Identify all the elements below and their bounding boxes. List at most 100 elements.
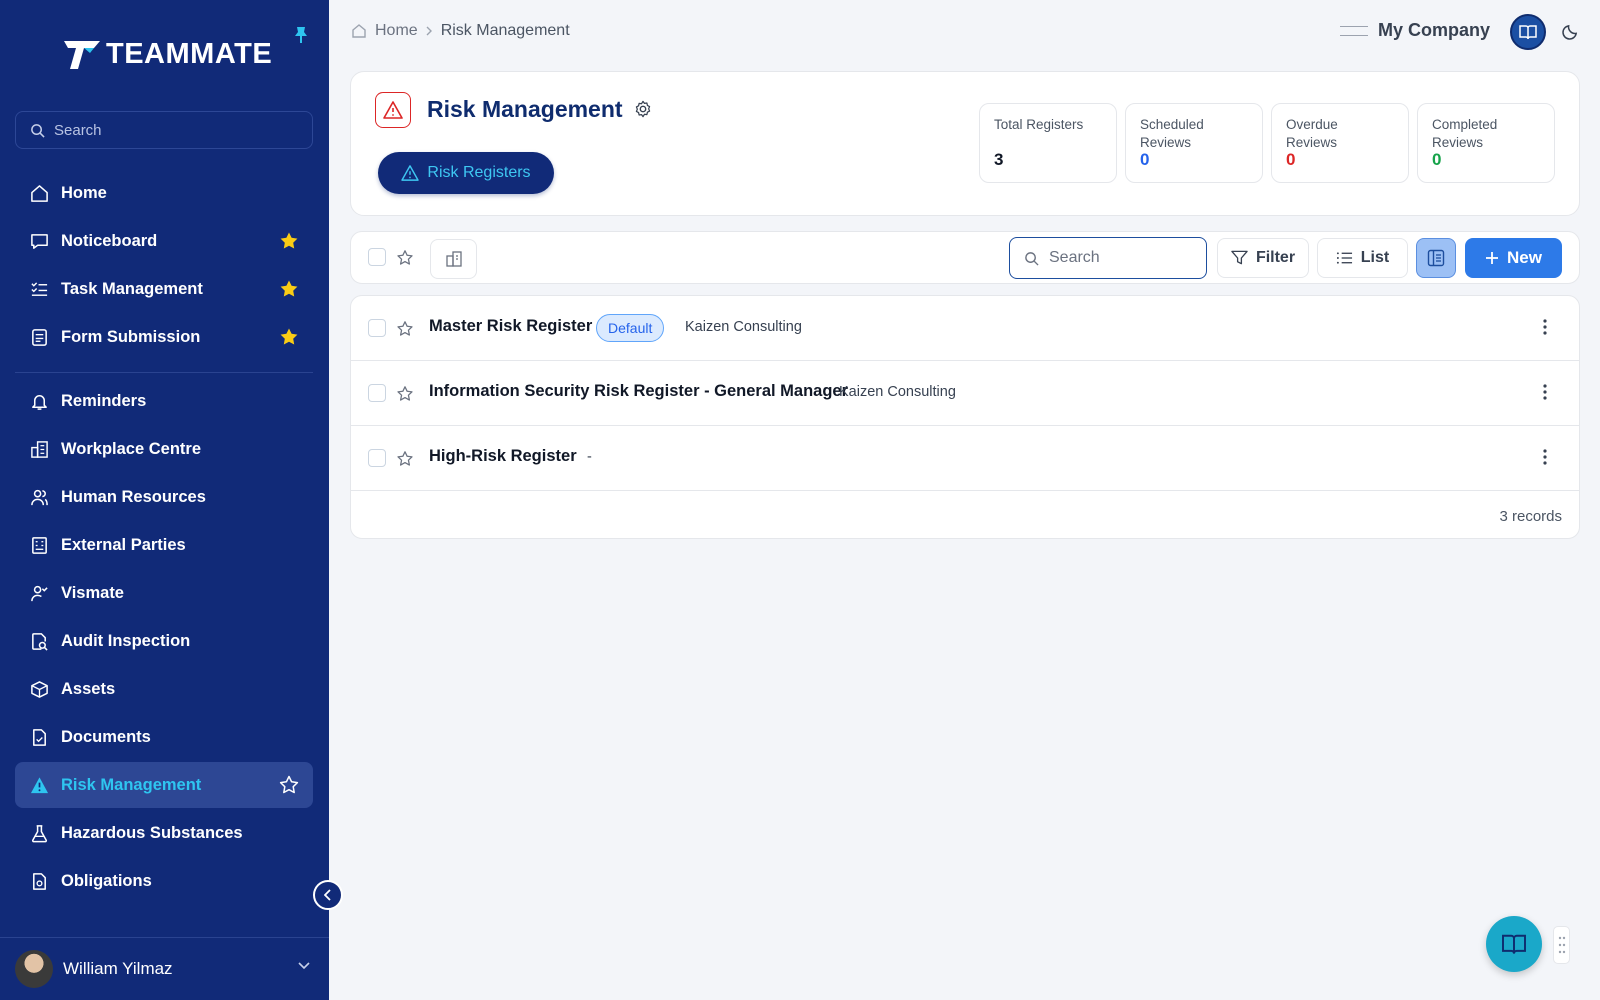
pin-icon[interactable] <box>293 26 309 44</box>
table-row[interactable]: Information Security Risk Register - Gen… <box>351 361 1579 426</box>
sidebar-item-audit-inspection[interactable]: Audit Inspection <box>15 618 313 664</box>
row-checkbox[interactable] <box>368 384 386 402</box>
sidebar-search-placeholder: Search <box>54 121 102 139</box>
stat-label-line1: Completed <box>1432 117 1498 132</box>
register-name[interactable]: High-Risk Register <box>429 447 577 466</box>
new-button[interactable]: New <box>1465 238 1562 278</box>
star-filled-icon[interactable] <box>279 279 299 299</box>
sidebar-item-workplace-centre[interactable]: Workplace Centre <box>15 426 313 472</box>
sidebar-item-obligations[interactable]: Obligations <box>15 858 313 904</box>
obligations-icon <box>29 871 49 891</box>
stat-card[interactable]: Overdue Reviews 0 <box>1271 103 1409 183</box>
sidebar-item-assets[interactable]: Assets <box>15 666 313 712</box>
user-check-icon <box>29 583 49 603</box>
stat-card[interactable]: Completed Reviews 0 <box>1417 103 1555 183</box>
list-view-button[interactable]: List <box>1317 238 1408 278</box>
stat-label-line2: Reviews <box>1140 135 1192 150</box>
help-fab-button[interactable] <box>1486 916 1542 972</box>
building-icon <box>29 439 49 459</box>
table-row[interactable]: High-Risk Register - <box>351 426 1579 491</box>
sidebar-item-human-resources[interactable]: Human Resources <box>15 474 313 520</box>
sidebar-item-label: External Parties <box>61 535 186 554</box>
sidebar-item-label: Task Management <box>61 279 203 298</box>
row-checkbox[interactable] <box>368 319 386 337</box>
app-logo[interactable]: TEAMMATE <box>64 38 272 71</box>
drag-handle[interactable] <box>1553 926 1570 964</box>
new-label: New <box>1507 248 1542 267</box>
sidebar-item-form-submission[interactable]: Form Submission <box>15 314 313 360</box>
star-outline-icon[interactable] <box>396 450 414 468</box>
sidebar-item-label: Human Resources <box>61 487 206 506</box>
register-name[interactable]: Information Security Risk Register - Gen… <box>429 382 848 401</box>
sidebar-item-label: Vismate <box>61 583 124 602</box>
sidebar-item-reminders[interactable]: Reminders <box>15 378 313 424</box>
sidebar-item-noticeboard[interactable]: Noticeboard <box>15 218 313 264</box>
sidebar-item-task-management[interactable]: Task Management <box>15 266 313 312</box>
home-icon[interactable] <box>351 23 367 39</box>
stat-value: 0 <box>1140 150 1150 169</box>
more-vertical-icon[interactable] <box>1543 449 1547 465</box>
tab-risk-registers-label: Risk Registers <box>427 164 531 181</box>
book-open-icon <box>1519 25 1537 40</box>
star-filled-icon[interactable] <box>279 327 299 347</box>
register-name[interactable]: Master Risk Register <box>429 317 592 336</box>
flask-icon <box>29 823 49 843</box>
teammate-logo-icon <box>64 40 100 69</box>
sidebar-item-label: Documents <box>61 727 151 746</box>
sidebar-item-vismate[interactable]: Vismate <box>15 570 313 616</box>
logo-text: TEAMMATE <box>106 38 273 70</box>
warning-icon <box>401 165 420 181</box>
chevron-down-icon <box>298 962 310 970</box>
filter-button[interactable]: Filter <box>1217 238 1309 278</box>
sidebar-divider <box>15 372 313 373</box>
star-outline-icon[interactable] <box>279 775 299 795</box>
form-icon <box>29 327 49 347</box>
star-outline-icon[interactable] <box>396 249 414 267</box>
company-switcher[interactable]: My Company <box>1340 20 1490 41</box>
list-toolbar: Search Filter List New <box>350 231 1580 284</box>
sidebar-item-label: Form Submission <box>61 327 201 346</box>
more-vertical-icon[interactable] <box>1543 384 1547 400</box>
register-organization: Kaizen Consulting <box>685 319 802 335</box>
audit-search-icon <box>29 631 49 651</box>
search-icon <box>31 123 45 138</box>
search-placeholder: Search <box>1049 249 1100 266</box>
sidebar-item-external-parties[interactable]: External Parties <box>15 522 313 568</box>
sidebar-item-documents[interactable]: Documents <box>15 714 313 760</box>
sidebar-item-home[interactable]: Home <box>15 170 313 216</box>
message-square-icon <box>29 231 49 251</box>
building-icon <box>445 251 462 267</box>
sidebar-item-hazardous-substances[interactable]: Hazardous Substances <box>15 810 313 856</box>
sidebar-item-label: Noticeboard <box>61 231 158 250</box>
knowledge-base-button[interactable] <box>1510 14 1546 50</box>
dark-mode-icon[interactable] <box>1562 23 1579 40</box>
more-vertical-icon[interactable] <box>1543 319 1547 335</box>
row-checkbox[interactable] <box>368 449 386 467</box>
stat-label-line1: Total Registers <box>994 117 1084 132</box>
tab-risk-registers[interactable]: Risk Registers <box>378 152 554 194</box>
warning-icon <box>29 775 49 795</box>
sidebar-item-label: Workplace Centre <box>61 439 201 458</box>
star-outline-icon[interactable] <box>396 320 414 338</box>
org-structure-button[interactable] <box>430 239 477 279</box>
star-outline-icon[interactable] <box>396 385 414 403</box>
risk-warning-icon <box>375 92 411 128</box>
card-view-button[interactable] <box>1416 238 1456 278</box>
breadcrumb: Home Risk Management <box>351 22 570 40</box>
sidebar-item-risk-management[interactable]: Risk Management <box>15 762 313 808</box>
chevron-left-icon <box>324 889 331 901</box>
gear-icon[interactable] <box>634 100 652 118</box>
external-parties-icon <box>29 535 49 555</box>
table-row[interactable]: Master Risk Register Default Kaizen Consul… <box>351 296 1579 361</box>
stat-label-line1: Overdue <box>1286 117 1338 132</box>
stat-card[interactable]: Total Registers 3 <box>979 103 1117 183</box>
search-input[interactable]: Search <box>1009 237 1207 279</box>
user-menu[interactable]: William Yilmaz <box>0 937 329 1000</box>
collapse-sidebar-button[interactable] <box>313 880 343 910</box>
star-filled-icon[interactable] <box>279 231 299 251</box>
sidebar-search-input[interactable]: Search <box>15 111 313 149</box>
stat-card[interactable]: Scheduled Reviews 0 <box>1125 103 1263 183</box>
select-all-checkbox[interactable] <box>368 248 386 266</box>
breadcrumb-home[interactable]: Home <box>375 22 418 40</box>
status-badge: Default <box>596 314 665 342</box>
